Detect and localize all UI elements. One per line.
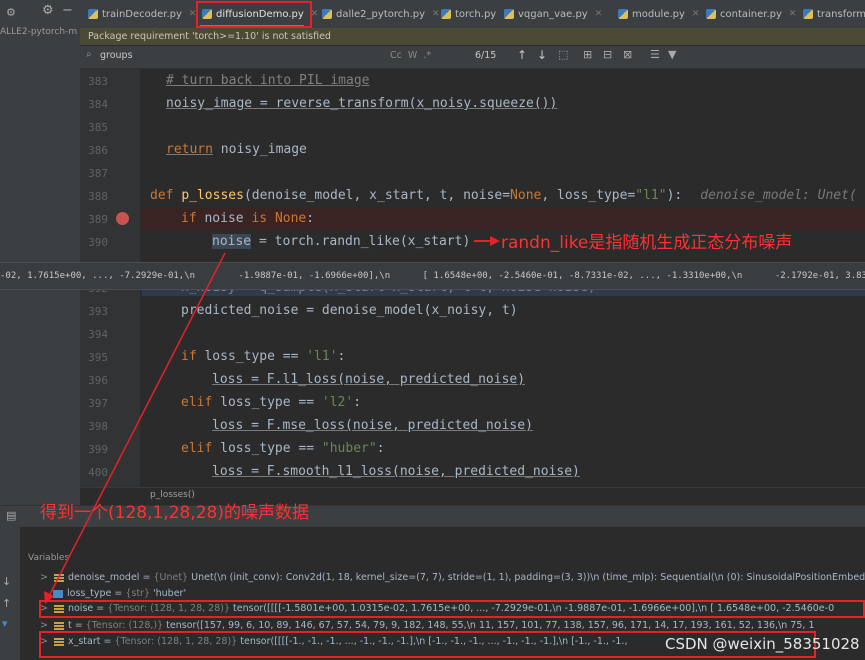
arrow-head bbox=[44, 591, 54, 604]
arrow-to-noise-row bbox=[47, 252, 226, 599]
annotation-arrows bbox=[44, 236, 500, 604]
annotation-randn-like: randn_like是指随机生成正态分布噪声 bbox=[501, 233, 793, 253]
watermark: CSDN @weixin_58351028 bbox=[665, 635, 860, 653]
annotation-noise-shape: 得到一个(128,1,28,28)的噪声数据 bbox=[40, 503, 310, 523]
arrow-head bbox=[490, 236, 500, 246]
